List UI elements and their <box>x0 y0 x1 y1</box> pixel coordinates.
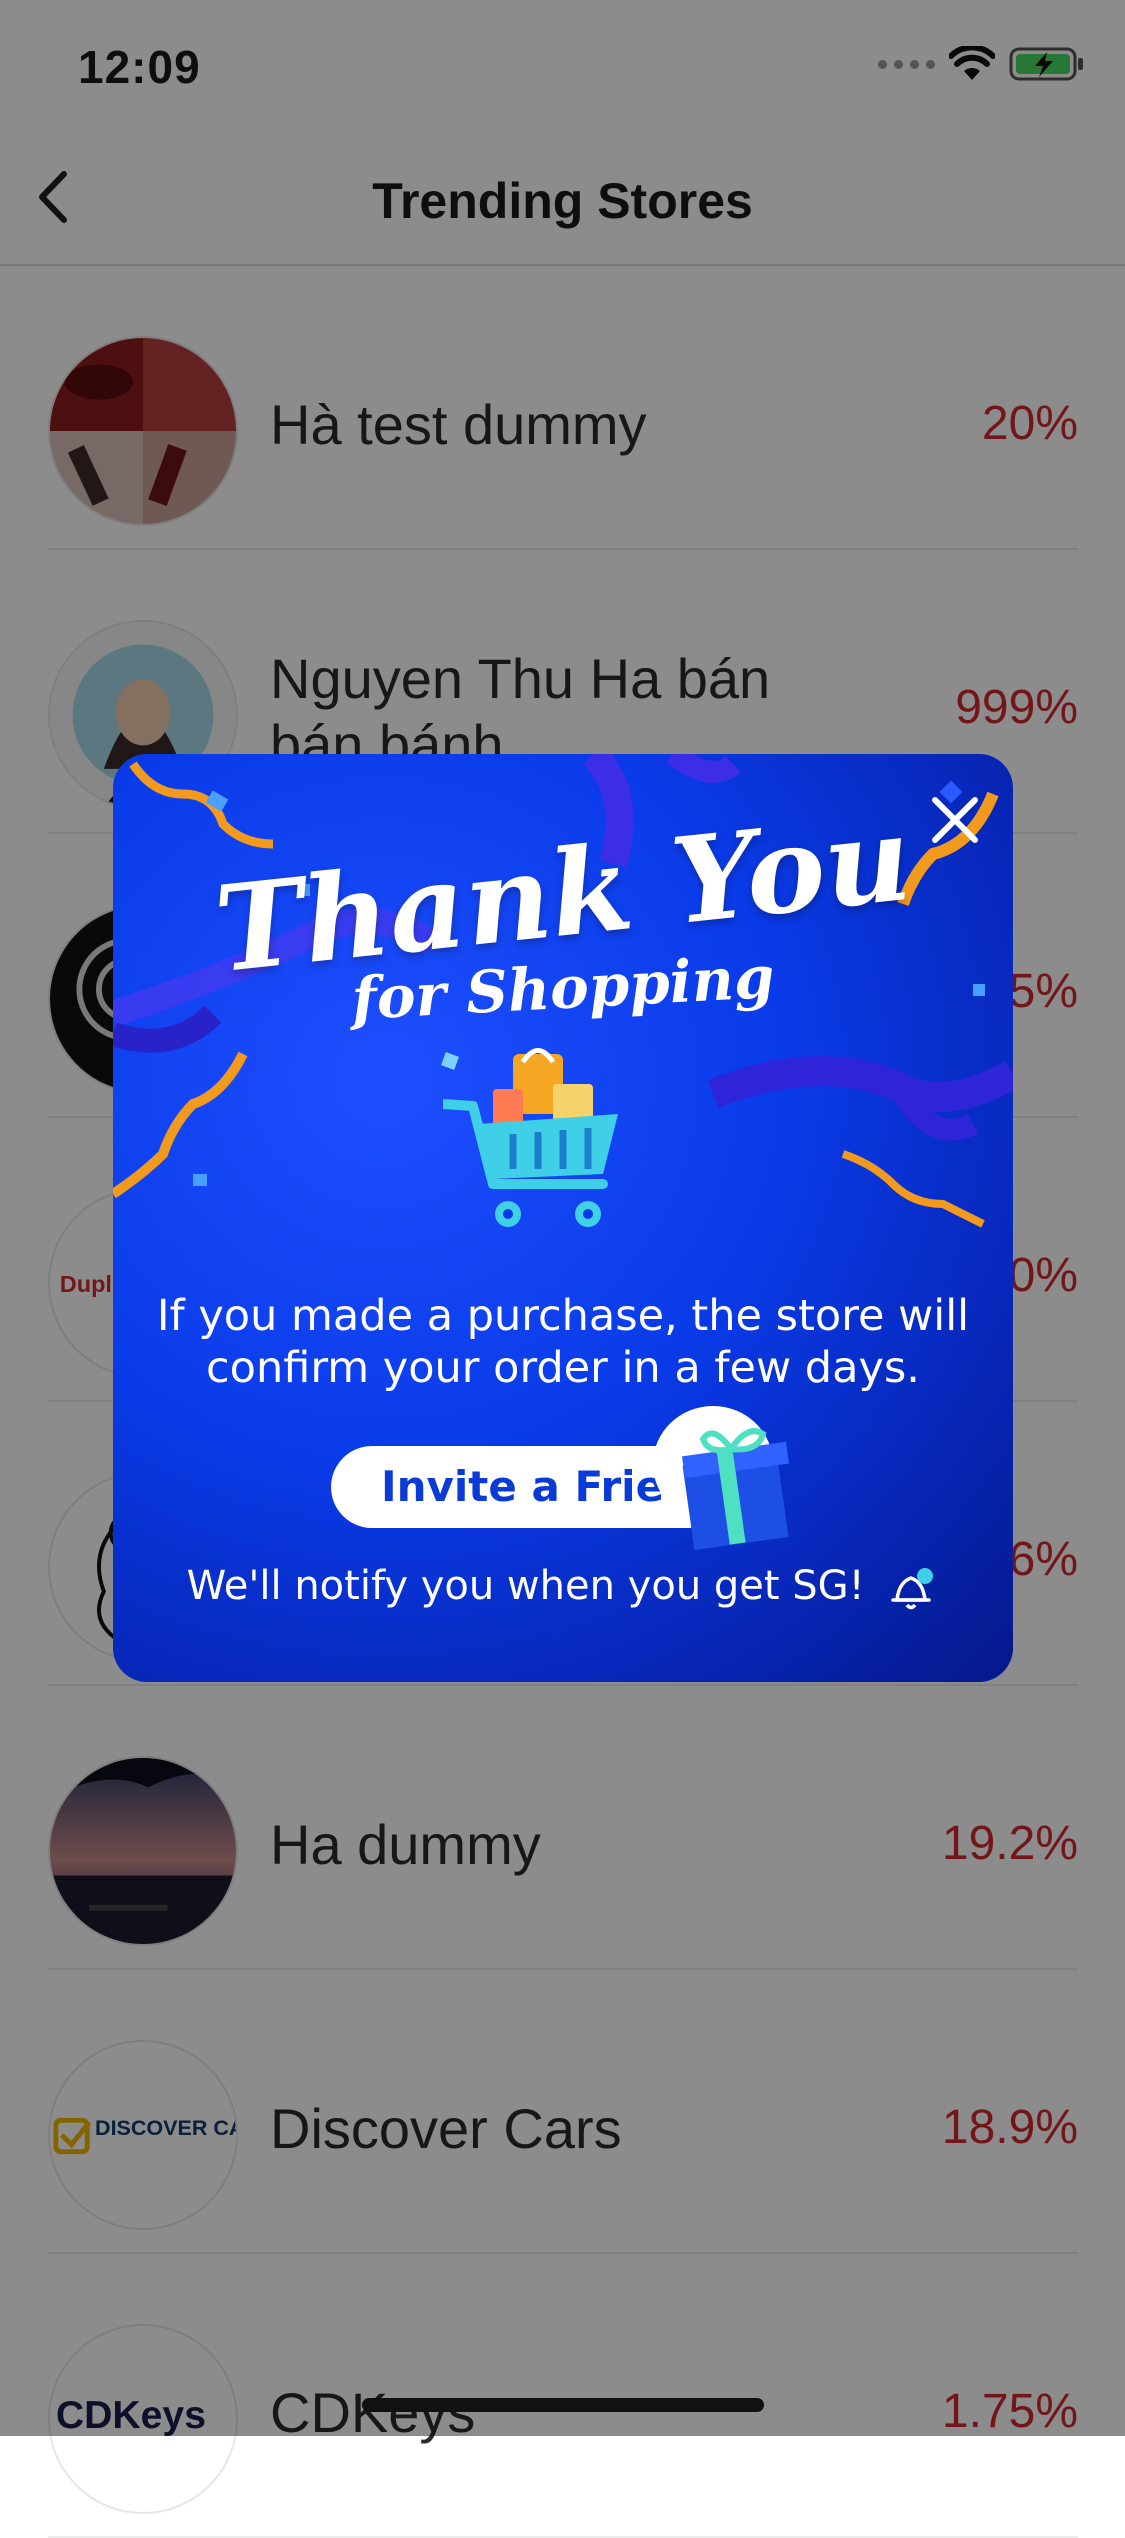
gift-icon <box>653 1406 790 1551</box>
thank-you-modal: Thank You for Shopping If you made a pur… <box>113 754 1013 1682</box>
notify-row: We'll notify you when you get SG! <box>113 1560 1013 1616</box>
bell-icon <box>891 1568 934 1610</box>
home-indicator[interactable] <box>362 2398 764 2412</box>
shopping-cart-icon <box>443 1048 618 1227</box>
notify-text: We'll notify you when you get SG! <box>186 1563 865 1609</box>
modal-message: If you made a purchase, the store will c… <box>156 1291 970 1393</box>
